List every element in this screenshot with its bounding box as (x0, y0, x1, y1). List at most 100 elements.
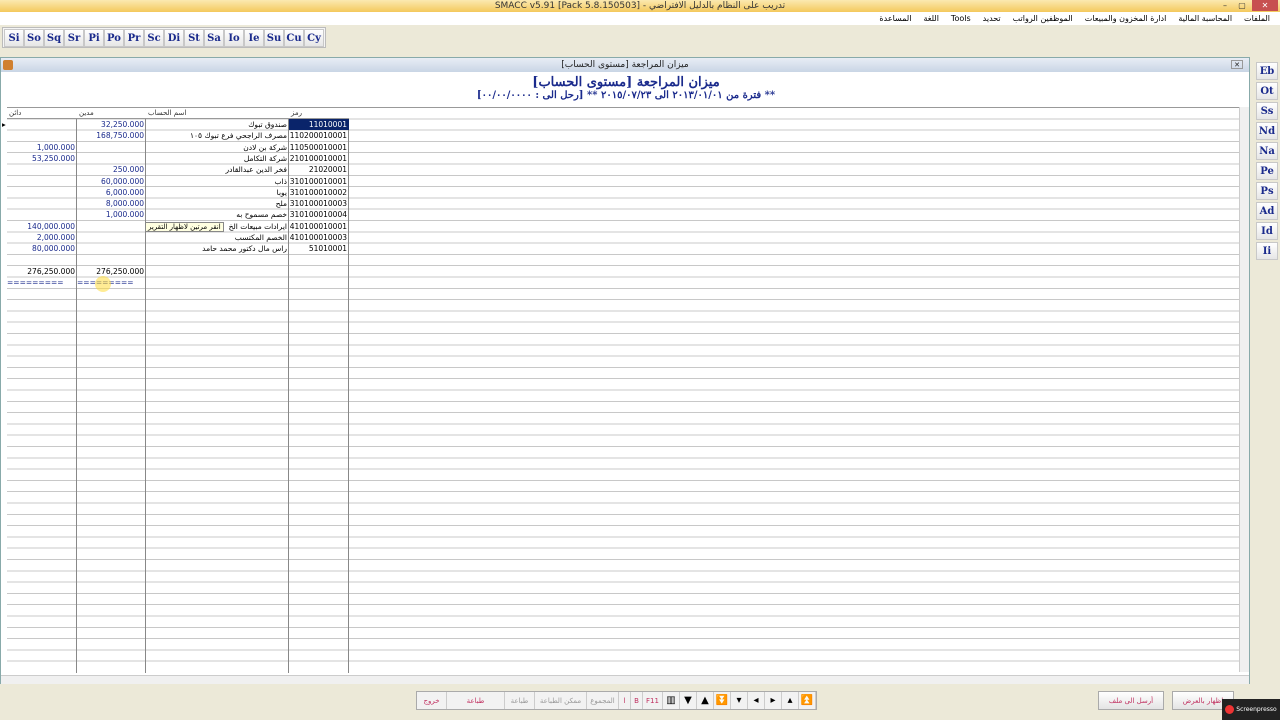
screenpresso-watermark: Screenpresso (1222, 699, 1280, 720)
print2-button[interactable]: طباعة (505, 692, 535, 709)
first-record-icon[interactable]: ⏫ (799, 692, 816, 709)
row-debit (77, 142, 146, 153)
triangle-down-icon[interactable]: ▼ (680, 692, 697, 709)
side-button-ot[interactable]: Ot (1256, 82, 1278, 100)
code-header[interactable]: رمز (289, 108, 349, 119)
menu-item-1[interactable]: المحاسبة المالية (1172, 12, 1238, 25)
row-credit (7, 119, 77, 130)
toolbar-button-cu[interactable]: Cu (284, 29, 304, 47)
report-app-icon (3, 60, 13, 70)
total-button[interactable]: المجموع (587, 692, 619, 709)
toolbar-button-pr[interactable]: Pr (124, 29, 144, 47)
row-credit (7, 164, 77, 175)
row-debit (77, 221, 146, 232)
side-button-ss[interactable]: Ss (1256, 102, 1278, 120)
toolbar-button-di[interactable]: Di (164, 29, 184, 47)
side-button-ps[interactable]: Ps (1256, 182, 1278, 200)
side-button-nd[interactable]: Nd (1256, 122, 1278, 140)
toolbar-button-ie[interactable]: Ie (244, 29, 264, 47)
credit-header[interactable]: دائن (7, 108, 77, 119)
menu-item-3[interactable]: الموظفين الرواتب (1007, 12, 1079, 25)
report-title: ميزان المراجعة [مستوى الحساب] (532, 75, 720, 90)
next-right-icon[interactable]: ▸ (765, 692, 782, 709)
vertical-scrollbar[interactable] (1239, 107, 1249, 672)
row-code: 110200010001 (289, 131, 347, 141)
row-account-name: شركة التكامل (243, 153, 287, 163)
mouse-cursor-highlight (95, 276, 111, 292)
menu-item-5[interactable]: Tools (945, 12, 977, 25)
menu-item-4[interactable]: تحديد (977, 12, 1007, 25)
row-account-name: يوبا (276, 187, 287, 197)
print-settings-button[interactable]: ممكن الطباعة (535, 692, 587, 709)
barcode-icon[interactable]: ▥ (663, 692, 680, 709)
side-button-ii[interactable]: Ii (1256, 242, 1278, 260)
toolbar-button-io[interactable]: Io (224, 29, 244, 47)
side-button-pe[interactable]: Pe (1256, 162, 1278, 180)
row-credit: 53,250.000 (32, 153, 75, 163)
row-code: 110500010001 (289, 142, 347, 152)
menu-item-0[interactable]: الملفات (1238, 12, 1276, 25)
f11-button[interactable]: F11 (643, 692, 663, 709)
row-debit (77, 153, 146, 164)
row-credit: 1,000.000 (36, 142, 75, 152)
side-button-eb[interactable]: Eb (1256, 62, 1278, 80)
report-grid[interactable]: دائن مدين اسم الحساب رمز 11010001 صندوق ت… (2, 107, 1239, 673)
row-debit (77, 243, 146, 254)
row-account-name: صندوق تبوك (248, 120, 287, 129)
print-button[interactable]: طباعة (447, 692, 505, 709)
toolbar-button-st[interactable]: St (184, 29, 204, 47)
toolbar-button-su[interactable]: Su (264, 29, 284, 47)
bold-button[interactable]: B (631, 692, 643, 709)
side-button-id[interactable]: Id (1256, 222, 1278, 240)
row-account-name: شركة بن لادن (243, 142, 287, 152)
exit-button[interactable]: خروج (417, 692, 447, 709)
toolbar-button-si[interactable]: Si (4, 29, 24, 47)
minimize-icon[interactable]: – (1218, 0, 1232, 11)
row-code: 21020001 (308, 165, 347, 175)
toolbar-button-sa[interactable]: Sa (204, 29, 224, 47)
send-to-file-button[interactable]: أرسل الى ملف (1098, 691, 1164, 710)
report-window-titlebar: ميزان المراجعة [مستوى الحساب] ✕ (1, 58, 1249, 72)
row-account-name: ذاب (274, 176, 287, 186)
toolbar-button-po[interactable]: Po (104, 29, 124, 47)
last-record-icon[interactable]: ⏬ (714, 692, 731, 709)
row-code: 410100010003 (289, 233, 347, 242)
menu-item-7[interactable]: المساعدة (873, 12, 917, 25)
total-credit: 276,250.000 (27, 266, 75, 276)
prev-left-icon[interactable]: ◂ (748, 692, 765, 709)
row-account-name: راس مال دكتور محمد حامد (202, 244, 287, 254)
row-code: 310100010004 (289, 210, 347, 220)
name-header[interactable]: اسم الحساب (146, 108, 289, 119)
toolbar-button-cy[interactable]: Cy (304, 29, 324, 47)
row-credit: 80,000.000 (32, 244, 75, 254)
menu-item-2[interactable]: ادارة المخزون والمبيعات (1079, 12, 1173, 25)
menu-bar: الملفات المحاسبة المالية ادارة المخزون وال… (0, 12, 1280, 25)
menu-item-6[interactable]: اللغة (917, 12, 944, 25)
toolbar-button-sr[interactable]: Sr (64, 29, 84, 47)
row-account-name: ملح (275, 199, 287, 209)
toolbar-button-pi[interactable]: Pi (84, 29, 104, 47)
right-toolbar: Eb Ot Ss Nd Na Pe Ps Ad Id Ii (1256, 62, 1279, 260)
prev-up-icon[interactable]: ▴ (782, 692, 799, 709)
close-icon[interactable]: ✕ (1252, 0, 1278, 11)
toolbar-button-sc[interactable]: Sc (144, 29, 164, 47)
toolbar-button-so[interactable]: So (24, 29, 44, 47)
window-controls: – ▢ ✕ (1218, 0, 1278, 11)
next-down-icon[interactable]: ▾ (731, 692, 748, 709)
row-code: 310100010002 (289, 187, 347, 197)
horizontal-scrollbar[interactable] (1, 675, 1249, 684)
report-subtitle: فترة من ٢٠١٣/٠١/٠١ الى ٢٠١٥/٠٧/٢٣ ** [رح… (476, 90, 776, 101)
side-button-na[interactable]: Na (1256, 142, 1278, 160)
triangle-up-icon[interactable]: ▲ (697, 692, 714, 709)
toolbar-button-sq[interactable]: Sq (44, 29, 64, 47)
side-button-ad[interactable]: Ad (1256, 202, 1278, 220)
row-credit (7, 187, 77, 198)
debit-header[interactable]: مدين (77, 108, 146, 119)
row-debit: 60,000.000 (101, 176, 144, 186)
row-pointer-icon: ▸ (2, 120, 6, 129)
row-debit: 250.000 (112, 165, 144, 175)
report-close-icon[interactable]: ✕ (1231, 60, 1243, 69)
row-code: 310100010003 (289, 199, 347, 209)
maximize-icon[interactable]: ▢ (1235, 0, 1249, 11)
l-button[interactable]: ا (619, 692, 631, 709)
